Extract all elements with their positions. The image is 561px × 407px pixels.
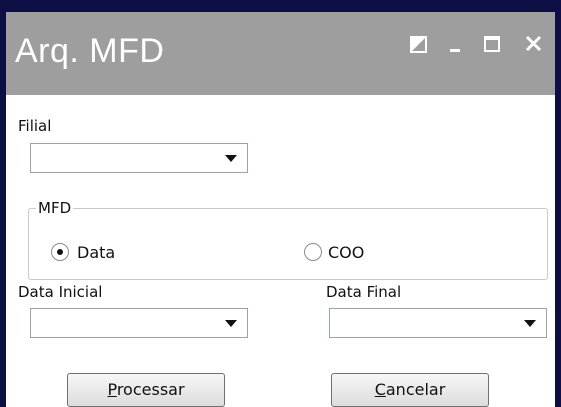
processar-button[interactable]: Processar — [67, 373, 225, 407]
data-final-label: Data Final — [326, 283, 402, 301]
chevron-down-icon[interactable] — [225, 155, 237, 162]
cancelar-button[interactable]: Cancelar — [331, 373, 489, 407]
minimize-icon[interactable] — [447, 33, 467, 55]
radio-data[interactable] — [51, 243, 69, 261]
restore-icon[interactable] — [409, 33, 429, 55]
cancelar-label-rest: ancelar — [385, 380, 446, 399]
maximize-icon[interactable] — [482, 33, 502, 55]
data-inicial-combo[interactable] — [30, 308, 248, 338]
radio-coo-label[interactable]: COO — [328, 243, 364, 262]
filial-label: Filial — [18, 117, 52, 135]
processar-mnemonic: P — [107, 380, 117, 399]
filial-combo[interactable] — [30, 143, 248, 173]
close-icon[interactable] — [524, 33, 544, 55]
dialog-window: Arq. MFD Filial MFD Data COO Data Inicia… — [0, 0, 561, 407]
radio-data-label[interactable]: Data — [77, 243, 115, 262]
cancelar-mnemonic: C — [374, 380, 386, 399]
chevron-down-icon[interactable] — [225, 320, 237, 327]
chevron-down-icon[interactable] — [524, 320, 536, 327]
mfd-group-legend: MFD — [36, 199, 74, 217]
window-title: Arq. MFD — [15, 32, 165, 70]
data-final-combo[interactable] — [329, 308, 547, 338]
radio-coo[interactable] — [304, 243, 322, 261]
radio-selected-dot — [57, 249, 63, 255]
processar-label-rest: rocessar — [116, 380, 185, 399]
data-inicial-label: Data Inicial — [18, 283, 103, 301]
dialog-content: Filial MFD Data COO Data Inicial Data Fi… — [6, 95, 555, 407]
title-bar[interactable]: Arq. MFD — [6, 12, 555, 95]
